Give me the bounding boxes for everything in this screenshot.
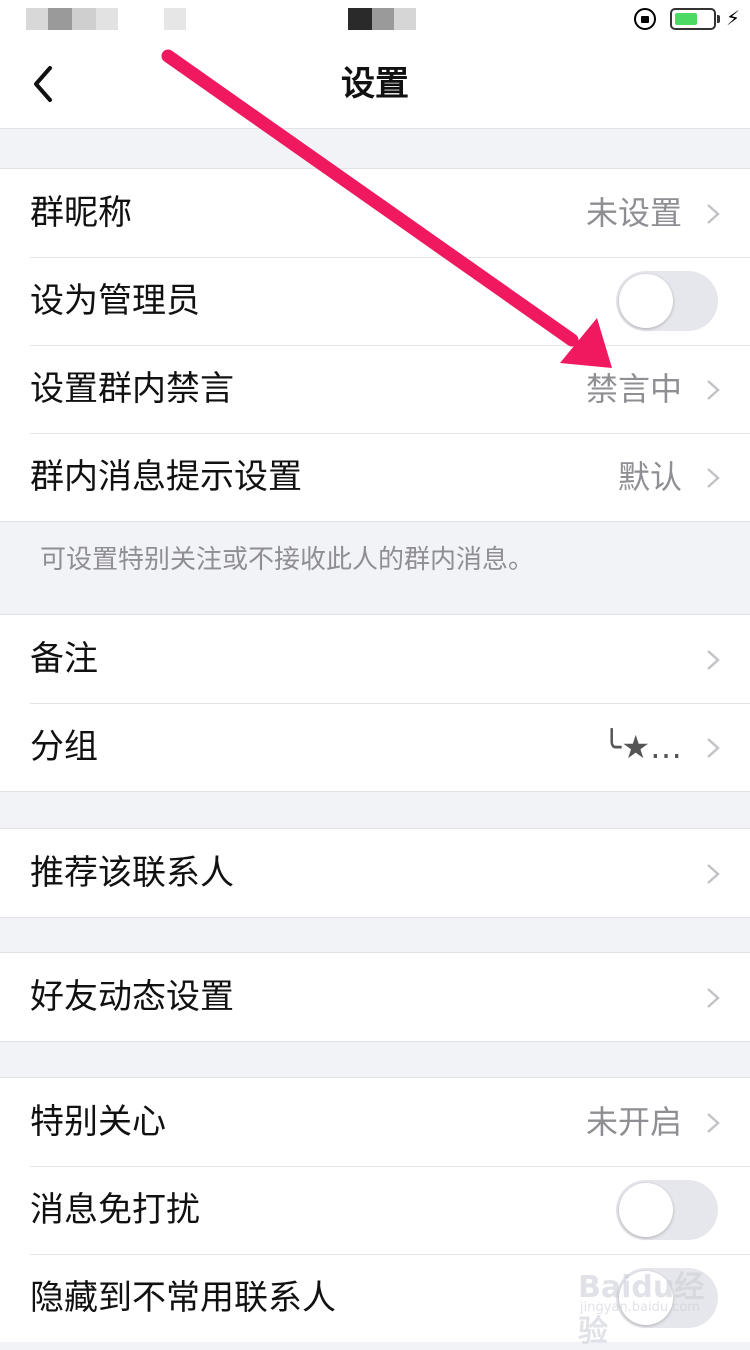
row-label: 设置群内禁言 [30, 369, 234, 409]
chevron-right-icon [707, 468, 720, 488]
row-group[interactable]: 分组 ╰★… [0, 703, 750, 791]
chevron-right-icon [707, 650, 720, 670]
settings-group-5: 特别关心 未开启 消息免打扰 隐藏到不常用联系人 [0, 1077, 750, 1342]
row-label: 好友动态设置 [30, 977, 234, 1017]
row-label: 特别关心 [30, 1102, 166, 1142]
toggle-knob [619, 274, 673, 328]
settings-group-4: 好友动态设置 [0, 952, 750, 1042]
chevron-right-icon [707, 204, 720, 224]
row-label: 消息免打扰 [30, 1190, 200, 1230]
row-do-not-disturb: 消息免打扰 [0, 1166, 750, 1254]
do-not-disturb-toggle[interactable] [616, 1180, 718, 1240]
row-value: 未开启 [585, 1103, 682, 1141]
group-name-value: ╰★… [602, 728, 682, 766]
charging-icon: ⚡ [726, 6, 741, 30]
toggle-knob [619, 1271, 673, 1325]
blurred-time [348, 8, 416, 30]
row-recommend-contact[interactable]: 推荐该联系人 [0, 829, 750, 917]
row-group-nickname[interactable]: 群昵称 未设置 [0, 169, 750, 257]
navigation-bar: 设置 [0, 40, 750, 129]
row-value: 默认 [617, 458, 682, 496]
status-bar: ⚡ [0, 0, 750, 40]
blurred-carrier [26, 8, 118, 30]
row-value: 禁言中 [585, 370, 682, 408]
row-value: 未设置 [585, 194, 682, 232]
row-label: 分组 [30, 727, 98, 767]
rotation-lock-icon [634, 8, 656, 30]
settings-group-2: 备注 分组 ╰★… [0, 614, 750, 792]
row-label: 群昵称 [30, 193, 132, 233]
settings-group-1: 群昵称 未设置 设为管理员 设置群内禁言 禁言中 群内消息提示设置 默认 [0, 168, 750, 522]
battery-icon [670, 8, 716, 30]
row-label: 隐藏到不常用联系人 [30, 1278, 336, 1318]
row-label: 设为管理员 [30, 281, 200, 321]
chevron-right-icon [707, 380, 720, 400]
chevron-right-icon [707, 738, 720, 758]
chevron-right-icon [707, 864, 720, 884]
row-label: 推荐该联系人 [30, 853, 234, 893]
row-group-message-notify[interactable]: 群内消息提示设置 默认 [0, 433, 750, 521]
hide-contact-toggle[interactable] [616, 1268, 718, 1328]
chevron-right-icon [707, 988, 720, 1008]
row-friend-feed-settings[interactable]: 好友动态设置 [0, 953, 750, 1041]
row-remark[interactable]: 备注 [0, 615, 750, 703]
row-hide-contact: 隐藏到不常用联系人 [0, 1254, 750, 1342]
row-special-care[interactable]: 特别关心 未开启 [0, 1078, 750, 1166]
chevron-right-icon [707, 1113, 720, 1133]
admin-toggle[interactable] [616, 271, 718, 331]
row-label: 群内消息提示设置 [30, 457, 302, 497]
settings-group-3: 推荐该联系人 [0, 828, 750, 918]
row-group-mute[interactable]: 设置群内禁言 禁言中 [0, 345, 750, 433]
row-set-admin: 设为管理员 [0, 257, 750, 345]
page-title: 设置 [341, 64, 409, 104]
battery-tip [717, 15, 720, 23]
blurred-signal [164, 8, 186, 30]
group-hint-text: 可设置特别关注或不接收此人的群内消息。 [40, 545, 535, 575]
row-label: 备注 [30, 639, 98, 679]
toggle-knob [619, 1183, 673, 1237]
